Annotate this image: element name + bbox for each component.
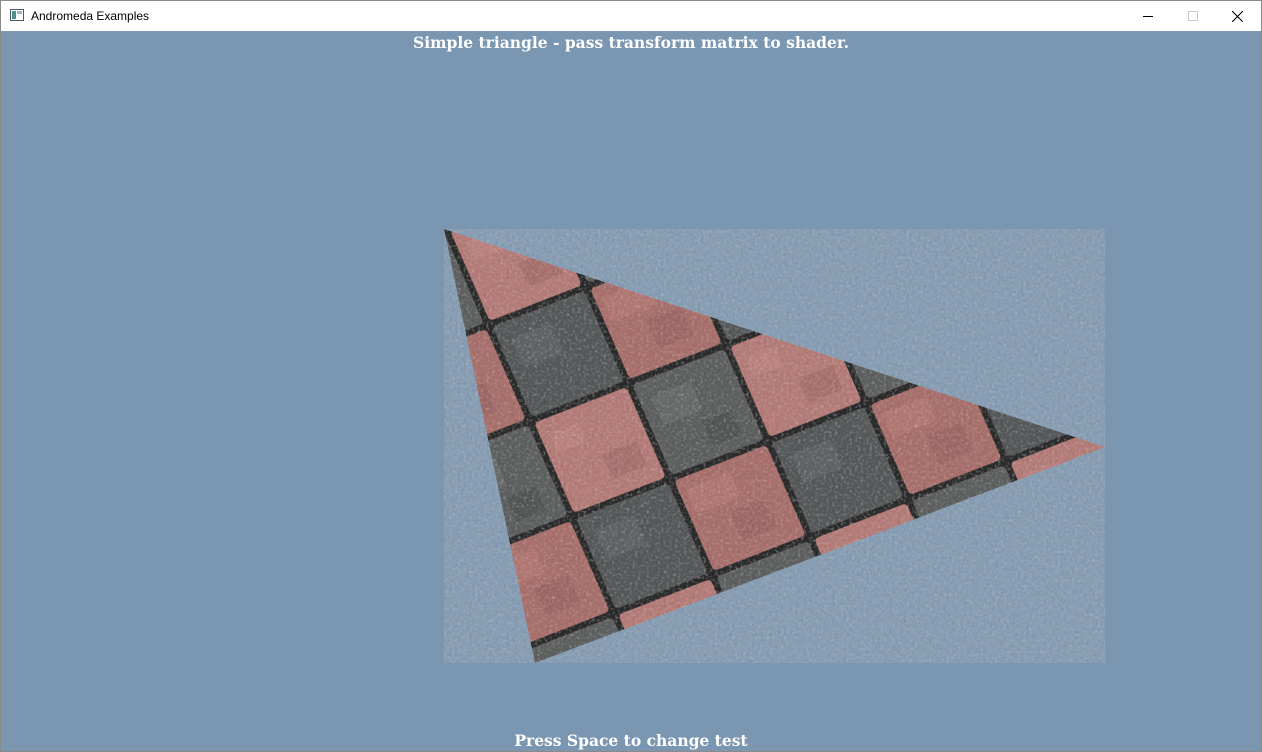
- render-viewport[interactable]: Simple triangle - pass transform matrix …: [1, 31, 1261, 751]
- maximize-icon: [1187, 11, 1198, 21]
- maximize-button[interactable]: [1170, 1, 1215, 31]
- minimize-button[interactable]: [1125, 1, 1170, 31]
- render-scene: [444, 229, 1105, 663]
- close-button[interactable]: [1215, 1, 1260, 31]
- window-title: Andromeda Examples: [31, 9, 150, 23]
- textured-triangle: [444, 229, 1105, 663]
- app-window-icon: [10, 9, 24, 21]
- app-window: Andromeda Examples Simple triangle - pas…: [0, 0, 1262, 752]
- minimize-icon: [1142, 16, 1153, 17]
- title-bar[interactable]: Andromeda Examples: [1, 1, 1261, 31]
- change-test-hint: Press Space to change test: [514, 731, 748, 750]
- close-icon: [1232, 10, 1243, 22]
- demo-heading: Simple triangle - pass transform matrix …: [413, 33, 849, 52]
